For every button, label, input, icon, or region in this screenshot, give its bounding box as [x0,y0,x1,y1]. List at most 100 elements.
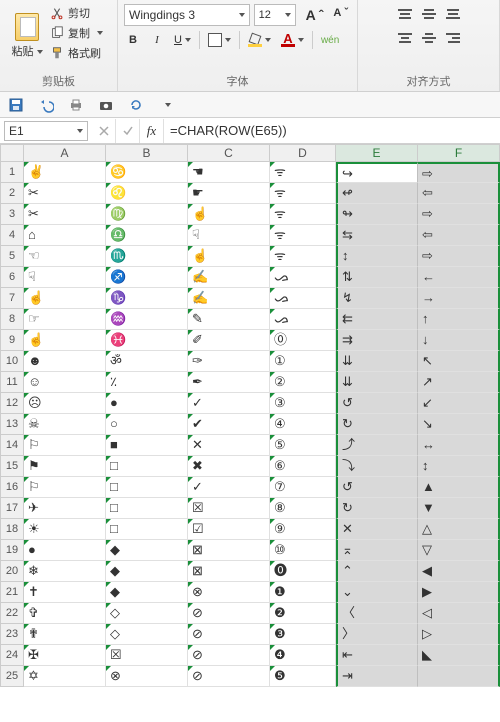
name-box[interactable]: E1 [4,121,88,141]
cell-C4[interactable]: ☟ [188,225,270,246]
cell-E12[interactable]: ↺ [336,393,418,414]
align-left-button[interactable] [394,28,416,48]
align-center-button[interactable] [418,28,440,48]
cell-E7[interactable]: ↯ [336,288,418,309]
row-header-24[interactable]: 24 [0,645,24,666]
cell-A12[interactable]: ☹ [24,393,106,414]
cell-F17[interactable]: ▼ [418,498,500,519]
cell-C2[interactable]: ☛ [188,183,270,204]
formula-input[interactable]: =CHAR(ROW(E65)) [164,119,500,143]
cell-A11[interactable]: ☺ [24,372,106,393]
cell-D19[interactable]: ⑩ [270,540,336,561]
cell-C21[interactable]: ⊗ [188,582,270,603]
cell-C25[interactable]: ⊘ [188,666,270,687]
cell-A4[interactable]: ⌂ [24,225,106,246]
cell-E18[interactable]: ✕ [336,519,418,540]
row-header-19[interactable]: 19 [0,540,24,561]
row-header-6[interactable]: 6 [0,267,24,288]
phonetic-guide-button[interactable]: wén [319,30,341,50]
cell-A23[interactable]: ✟ [24,624,106,645]
cell-F9[interactable]: ↓ [418,330,500,351]
row-header-14[interactable]: 14 [0,435,24,456]
row-header-16[interactable]: 16 [0,477,24,498]
cell-E3[interactable]: ↬ [336,204,418,225]
cell-F5[interactable]: ⇨ [418,246,500,267]
cell-C8[interactable]: ✎ [188,309,270,330]
save-button[interactable] [6,95,26,115]
cell-D1[interactable]: ᯤ [270,162,336,183]
row-header-20[interactable]: 20 [0,561,24,582]
cell-C24[interactable]: ⊘ [188,645,270,666]
cell-C16[interactable]: ✓ [188,477,270,498]
cell-E11[interactable]: ⇊ [336,372,418,393]
row-header-12[interactable]: 12 [0,393,24,414]
cell-D8[interactable]: ᯀ [270,309,336,330]
row-header-15[interactable]: 15 [0,456,24,477]
column-header-D[interactable]: D [270,144,336,162]
row-header-17[interactable]: 17 [0,498,24,519]
cell-B15[interactable]: □ [106,456,188,477]
cancel-edit-button[interactable] [92,119,116,143]
cell-F3[interactable]: ⇨ [418,204,500,225]
cell-C22[interactable]: ⊘ [188,603,270,624]
cell-E10[interactable]: ⇊ [336,351,418,372]
column-header-B[interactable]: B [106,144,188,162]
cell-F12[interactable]: ↙ [418,393,500,414]
bold-button[interactable]: B [124,30,142,50]
cell-C10[interactable]: ✑ [188,351,270,372]
cell-A21[interactable]: ✝ [24,582,106,603]
cut-button[interactable]: 剪切 [48,4,105,22]
cell-C15[interactable]: ✖ [188,456,270,477]
row-header-1[interactable]: 1 [0,162,24,183]
copy-button[interactable]: 复制 [48,24,105,42]
cell-A14[interactable]: ⚐ [24,435,106,456]
cell-F19[interactable]: ▽ [418,540,500,561]
cell-A22[interactable]: ✞ [24,603,106,624]
cell-A9[interactable]: ☝ [24,330,106,351]
row-header-8[interactable]: 8 [0,309,24,330]
cell-E25[interactable]: ⇥ [336,666,418,687]
cell-B12[interactable]: ● [106,393,188,414]
underline-button[interactable]: U [172,30,193,50]
insert-function-button[interactable]: fx [140,119,164,143]
row-header-23[interactable]: 23 [0,624,24,645]
cell-C18[interactable]: ☑ [188,519,270,540]
cell-B20[interactable]: ◆ [106,561,188,582]
cell-D13[interactable]: ④ [270,414,336,435]
paste-button[interactable]: 粘贴 [6,2,48,70]
column-header-C[interactable]: C [188,144,270,162]
cell-A10[interactable]: ☻ [24,351,106,372]
row-header-9[interactable]: 9 [0,330,24,351]
cell-A20[interactable]: ❄ [24,561,106,582]
row-header-4[interactable]: 4 [0,225,24,246]
cell-F25[interactable] [418,666,500,687]
cell-F16[interactable]: ▲ [418,477,500,498]
column-header-F[interactable]: F [418,144,500,162]
increase-font-button[interactable]: Aˆ [300,6,327,24]
cell-F14[interactable]: ↔ [418,435,500,456]
cell-D23[interactable]: ❸ [270,624,336,645]
cell-B17[interactable]: □ [106,498,188,519]
cell-B23[interactable]: ◇ [106,624,188,645]
cell-F1[interactable]: ⇨ [418,162,500,183]
cell-F13[interactable]: ↘ [418,414,500,435]
cell-F15[interactable]: ↕ [418,456,500,477]
cell-E6[interactable]: ⇅ [336,267,418,288]
align-right-button[interactable] [442,28,464,48]
cell-F6[interactable]: ← [418,267,500,288]
cell-F21[interactable]: ▶ [418,582,500,603]
qat-customize-button[interactable] [156,95,176,115]
cell-B9[interactable]: ♓ [106,330,188,351]
cell-B14[interactable]: ■ [106,435,188,456]
cell-E22[interactable]: 〈 [336,603,418,624]
cell-D18[interactable]: ⑨ [270,519,336,540]
cell-B11[interactable]: ٪ [106,372,188,393]
cell-B24[interactable]: ☒ [106,645,188,666]
cell-B2[interactable]: ♌ [106,183,188,204]
cell-C13[interactable]: ✔ [188,414,270,435]
cell-A19[interactable]: ● [24,540,106,561]
cell-C5[interactable]: ☝ [188,246,270,267]
font-name-input[interactable]: Wingdings 3 [124,4,250,26]
cell-F7[interactable]: → [418,288,500,309]
cell-D20[interactable]: ⓿ [270,561,336,582]
